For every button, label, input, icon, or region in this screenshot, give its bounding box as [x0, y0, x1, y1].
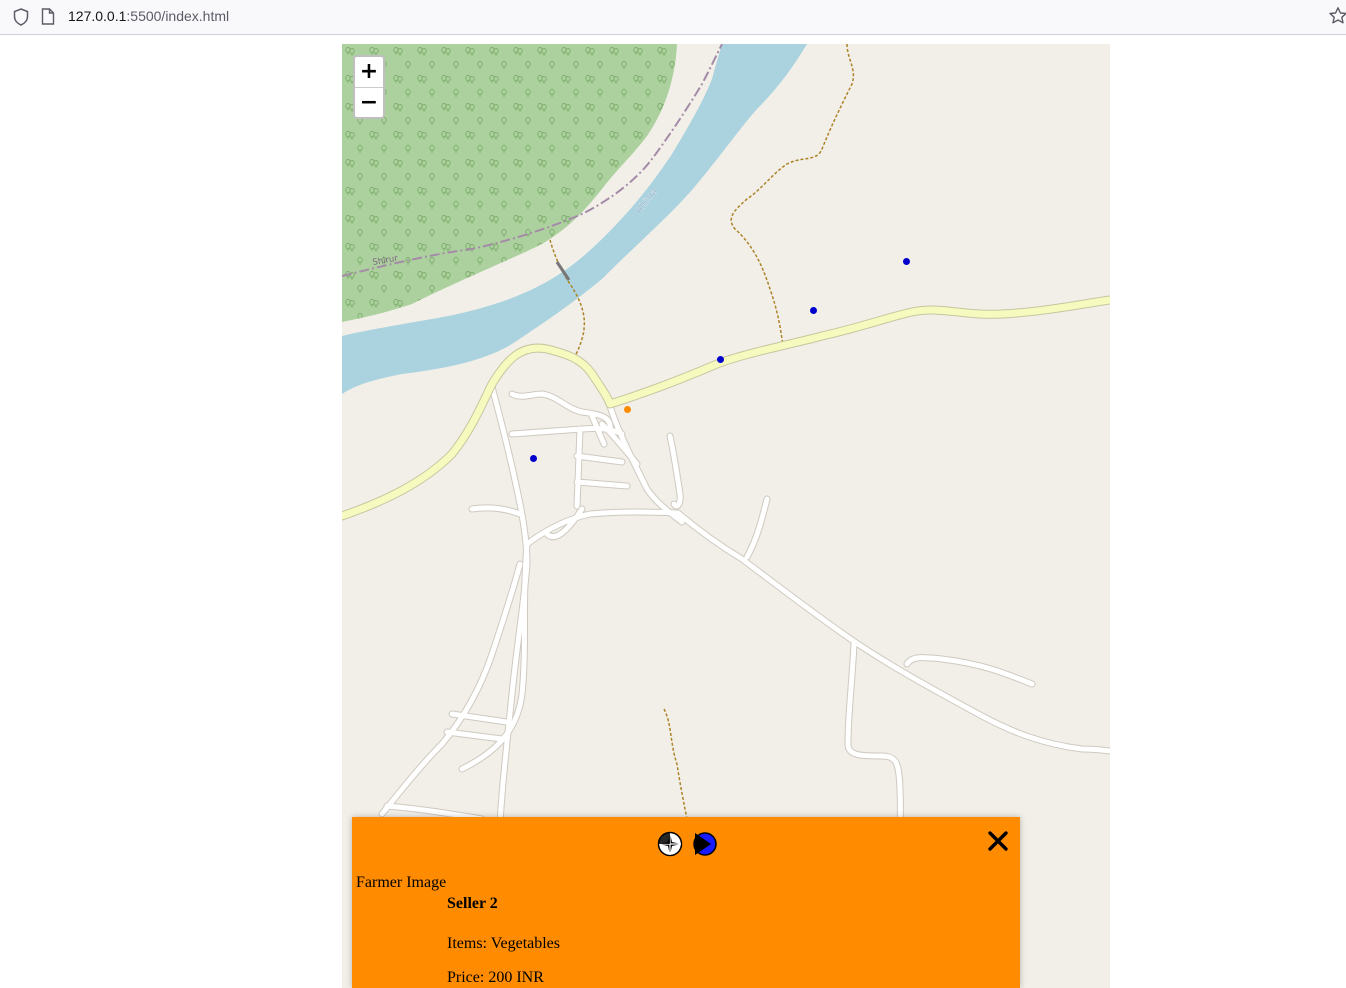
browser-address-bar: 127.0.0.1:5500/index.html: [0, 0, 1346, 35]
farmer-image: Farmer Image: [356, 874, 447, 891]
close-icon[interactable]: [986, 829, 1010, 853]
panel-icon-group: [657, 831, 717, 857]
user-location-marker[interactable]: [624, 406, 631, 413]
zoom-control: + −: [353, 55, 385, 119]
zoom-in-button[interactable]: +: [355, 57, 383, 87]
next-arrow-icon[interactable]: [691, 831, 717, 857]
seller-marker[interactable]: [903, 258, 910, 265]
url-field[interactable]: 127.0.0.1:5500/index.html: [68, 8, 229, 24]
price-label: Price:: [447, 969, 489, 986]
shield-icon[interactable]: [13, 8, 29, 26]
seller-info-panel: Farmer Image Seller 2 Items: Vegetables …: [352, 817, 1020, 988]
seller-marker[interactable]: [530, 455, 537, 462]
page-icon: [41, 8, 55, 25]
directions-wheel-icon[interactable]: [657, 831, 683, 857]
bookmark-star-icon[interactable]: [1328, 6, 1346, 26]
url-host: 127.0.0.1: [68, 8, 127, 24]
url-path: :5500/index.html: [126, 8, 230, 24]
items-label: Items:: [447, 935, 491, 952]
zoom-out-button[interactable]: −: [355, 87, 383, 117]
items-value: Vegetables: [490, 935, 561, 952]
seller-price: Price: 200 INR: [447, 969, 544, 987]
seller-marker[interactable]: [717, 356, 724, 363]
seller-name: Seller 2: [447, 895, 498, 912]
price-value: 200 INR: [488, 969, 544, 986]
seller-items: Items: Vegetables: [447, 935, 560, 953]
seller-marker[interactable]: [810, 307, 817, 314]
